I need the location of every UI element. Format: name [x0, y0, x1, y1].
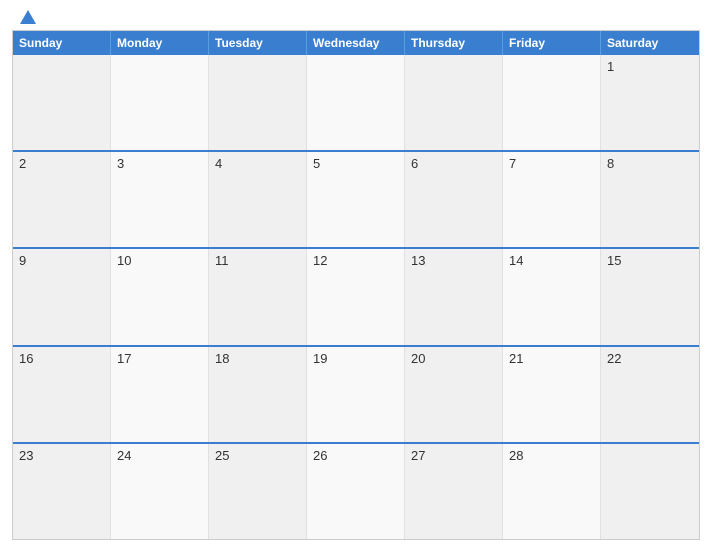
- calendar-week-1: 1: [13, 55, 699, 150]
- calendar-cell: 21: [503, 347, 601, 442]
- calendar-cell: 22: [601, 347, 699, 442]
- calendar-cell: 12: [307, 249, 405, 344]
- calendar-cell: 19: [307, 347, 405, 442]
- page-header: [12, 10, 700, 24]
- calendar-cell: [209, 55, 307, 150]
- calendar-cell: 27: [405, 444, 503, 539]
- day-number: 7: [509, 156, 594, 171]
- calendar-cell: [307, 55, 405, 150]
- calendar-cell: 9: [13, 249, 111, 344]
- day-number: 13: [411, 253, 496, 268]
- weekday-header-saturday: Saturday: [601, 31, 699, 55]
- logo: [16, 10, 36, 24]
- day-number: 17: [117, 351, 202, 366]
- calendar-week-3: 9 10 11 12 13 14 15: [13, 247, 699, 344]
- day-number: 14: [509, 253, 594, 268]
- calendar-cell: 26: [307, 444, 405, 539]
- day-number: 2: [19, 156, 104, 171]
- calendar-cell: [405, 55, 503, 150]
- day-number: 4: [215, 156, 300, 171]
- day-number: 6: [411, 156, 496, 171]
- calendar-cell: 25: [209, 444, 307, 539]
- calendar-cell: 2: [13, 152, 111, 247]
- day-number: 20: [411, 351, 496, 366]
- day-number: 12: [313, 253, 398, 268]
- calendar-cell: 14: [503, 249, 601, 344]
- calendar-cell: 8: [601, 152, 699, 247]
- day-number: 26: [313, 448, 398, 463]
- day-number: 28: [509, 448, 594, 463]
- day-number: 9: [19, 253, 104, 268]
- weekday-header-monday: Monday: [111, 31, 209, 55]
- calendar-cell: 23: [13, 444, 111, 539]
- calendar-cell: 16: [13, 347, 111, 442]
- calendar-body: 1234567891011121314151617181920212223242…: [13, 55, 699, 539]
- weekday-header-wednesday: Wednesday: [307, 31, 405, 55]
- day-number: 25: [215, 448, 300, 463]
- calendar-cell: 17: [111, 347, 209, 442]
- day-number: 5: [313, 156, 398, 171]
- calendar-page: SundayMondayTuesdayWednesdayThursdayFrid…: [0, 0, 712, 550]
- day-number: 18: [215, 351, 300, 366]
- calendar-week-5: 23 24 25 26 27 28: [13, 442, 699, 539]
- calendar-cell: [111, 55, 209, 150]
- calendar-week-4: 16 17 18 19 20 21 22: [13, 345, 699, 442]
- day-number: 22: [607, 351, 693, 366]
- calendar-week-2: 2345678: [13, 150, 699, 247]
- logo-triangle-icon: [20, 10, 36, 24]
- day-number: 8: [607, 156, 693, 171]
- day-number: 15: [607, 253, 693, 268]
- weekday-header-friday: Friday: [503, 31, 601, 55]
- calendar-cell: 3: [111, 152, 209, 247]
- day-number: 23: [19, 448, 104, 463]
- weekday-header-sunday: Sunday: [13, 31, 111, 55]
- calendar-cell: [601, 444, 699, 539]
- calendar-grid: SundayMondayTuesdayWednesdayThursdayFrid…: [12, 30, 700, 540]
- day-number: 16: [19, 351, 104, 366]
- calendar-cell: 4: [209, 152, 307, 247]
- day-number: 21: [509, 351, 594, 366]
- calendar-cell: 11: [209, 249, 307, 344]
- calendar-cell: 5: [307, 152, 405, 247]
- calendar-cell: 7: [503, 152, 601, 247]
- day-number: 10: [117, 253, 202, 268]
- day-number: 1: [607, 59, 693, 74]
- calendar-cell: 6: [405, 152, 503, 247]
- calendar-cell: 10: [111, 249, 209, 344]
- day-number: 27: [411, 448, 496, 463]
- calendar-cell: 1: [601, 55, 699, 150]
- weekday-header-tuesday: Tuesday: [209, 31, 307, 55]
- calendar-cell: [503, 55, 601, 150]
- calendar-header-row: SundayMondayTuesdayWednesdayThursdayFrid…: [13, 31, 699, 55]
- calendar-cell: 20: [405, 347, 503, 442]
- calendar-cell: 28: [503, 444, 601, 539]
- calendar-cell: [13, 55, 111, 150]
- calendar-cell: 18: [209, 347, 307, 442]
- day-number: 3: [117, 156, 202, 171]
- calendar-cell: 13: [405, 249, 503, 344]
- day-number: 19: [313, 351, 398, 366]
- day-number: 11: [215, 253, 300, 268]
- calendar-cell: 24: [111, 444, 209, 539]
- calendar-cell: 15: [601, 249, 699, 344]
- weekday-header-thursday: Thursday: [405, 31, 503, 55]
- day-number: 24: [117, 448, 202, 463]
